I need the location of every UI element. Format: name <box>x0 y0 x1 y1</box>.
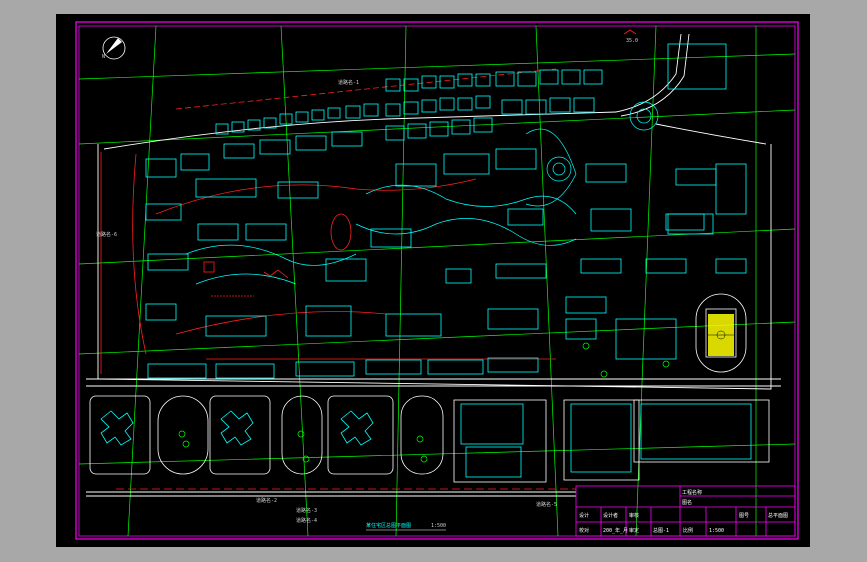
title-block-drawing-no: 总平面图 <box>768 512 788 519</box>
roads <box>86 33 781 497</box>
road-label-4: 道路名-4 <box>296 517 317 524</box>
trees <box>178 342 670 463</box>
north-label: N <box>102 54 105 60</box>
title-block-project: 工程名称 <box>682 489 702 496</box>
landscape-paths <box>185 101 659 285</box>
title-block-date: 200_年_月 <box>603 527 628 534</box>
title-block-sheet: 总图-1 <box>653 527 669 534</box>
cad-drawing-canvas[interactable]: N 道路名-1 道路名-2 道路名-3 道路名-4 道路名-5 道路名-6 35… <box>56 14 810 547</box>
road-label-3: 道路名-3 <box>296 507 317 514</box>
north-arrow <box>102 36 126 60</box>
road-label-5: 道路名-5 <box>536 501 557 508</box>
site-plan: N 道路名-1 道路名-2 道路名-3 道路名-4 道路名-5 道路名-6 35… <box>75 21 799 540</box>
outer-border <box>75 21 799 540</box>
grid-lines <box>78 25 796 537</box>
inner-border <box>78 25 796 537</box>
title-block-row-1: 设计 <box>579 512 589 519</box>
residential-buildings <box>145 43 752 478</box>
drawing-scale: 1:500 <box>431 523 446 529</box>
title-block-scale-label: 比例 <box>683 527 693 534</box>
title-block-drawing-name: 图名 <box>682 499 692 506</box>
title-block-row-2: 校对 <box>579 527 589 534</box>
title-block-drawing-no-label: 图号 <box>739 513 749 519</box>
title-block-row-4: 审定 <box>629 527 639 534</box>
road-label-2: 道路名-2 <box>256 497 277 504</box>
tower-buildings <box>100 410 374 446</box>
title-block-row-3: 审核 <box>629 512 639 519</box>
elevation-annotation: 35.0 <box>626 38 638 44</box>
sports-field <box>708 314 734 356</box>
lower-blocks <box>89 293 770 483</box>
road-label-6: 道路名-6 <box>96 231 117 238</box>
title-block-scale-value: 1:500 <box>709 528 724 534</box>
road-label-1: 道路名-1 <box>338 79 359 86</box>
title-block-designer: 设计者 <box>603 512 618 519</box>
drawing-title: 某住宅区总图平面图 <box>366 522 411 529</box>
